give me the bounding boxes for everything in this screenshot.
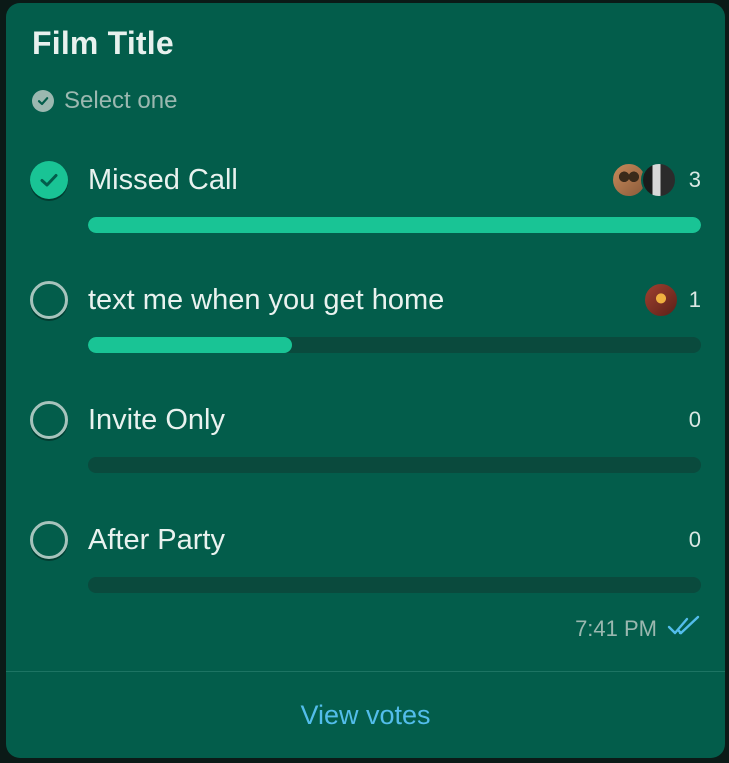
poll-option-progress [88, 457, 701, 473]
divider [6, 671, 725, 672]
poll-option-count: 0 [688, 527, 701, 552]
poll-option-count: 1 [688, 287, 701, 312]
poll-subtitle: Select one [32, 87, 177, 115]
poll-subtitle-text: Select one [64, 87, 178, 114]
poll-option-count: 3 [688, 167, 701, 192]
poll-message-card: Film Title Select one Missed Call 3 text… [6, 3, 725, 758]
poll-option-label: After Party [88, 524, 225, 556]
radio-icon[interactable] [30, 521, 68, 559]
voter-avatars[interactable] [643, 282, 679, 318]
poll-option-progress [88, 577, 701, 593]
poll-option-progress-fill [88, 217, 701, 233]
message-meta: 7:41 PM [575, 615, 701, 643]
poll-option-label: Missed Call [88, 164, 238, 196]
poll-option-count: 0 [688, 407, 701, 432]
poll-option-label: Invite Only [88, 404, 225, 436]
poll-option-invite-only[interactable]: Invite Only 0 [30, 401, 701, 501]
radio-icon[interactable] [30, 401, 68, 439]
poll-title: Film Title [32, 25, 174, 61]
radio-icon[interactable] [30, 281, 68, 319]
avatar [641, 162, 677, 198]
poll-option-text-me[interactable]: text me when you get home 1 [30, 281, 701, 381]
poll-option-progress [88, 337, 701, 353]
avatar [643, 282, 679, 318]
check-circle-icon [32, 90, 54, 112]
poll-option-after-party[interactable]: After Party 0 [30, 521, 701, 621]
double-check-icon [667, 615, 701, 643]
poll-option-label: text me when you get home [88, 284, 445, 316]
view-votes-button[interactable]: View votes [6, 673, 725, 758]
poll-option-missed-call[interactable]: Missed Call 3 [30, 161, 701, 261]
voter-avatars[interactable] [611, 162, 677, 198]
poll-option-progress [88, 217, 701, 233]
message-time: 7:41 PM [575, 616, 657, 641]
poll-option-progress-fill [88, 337, 293, 353]
checked-radio-icon[interactable] [30, 161, 68, 199]
